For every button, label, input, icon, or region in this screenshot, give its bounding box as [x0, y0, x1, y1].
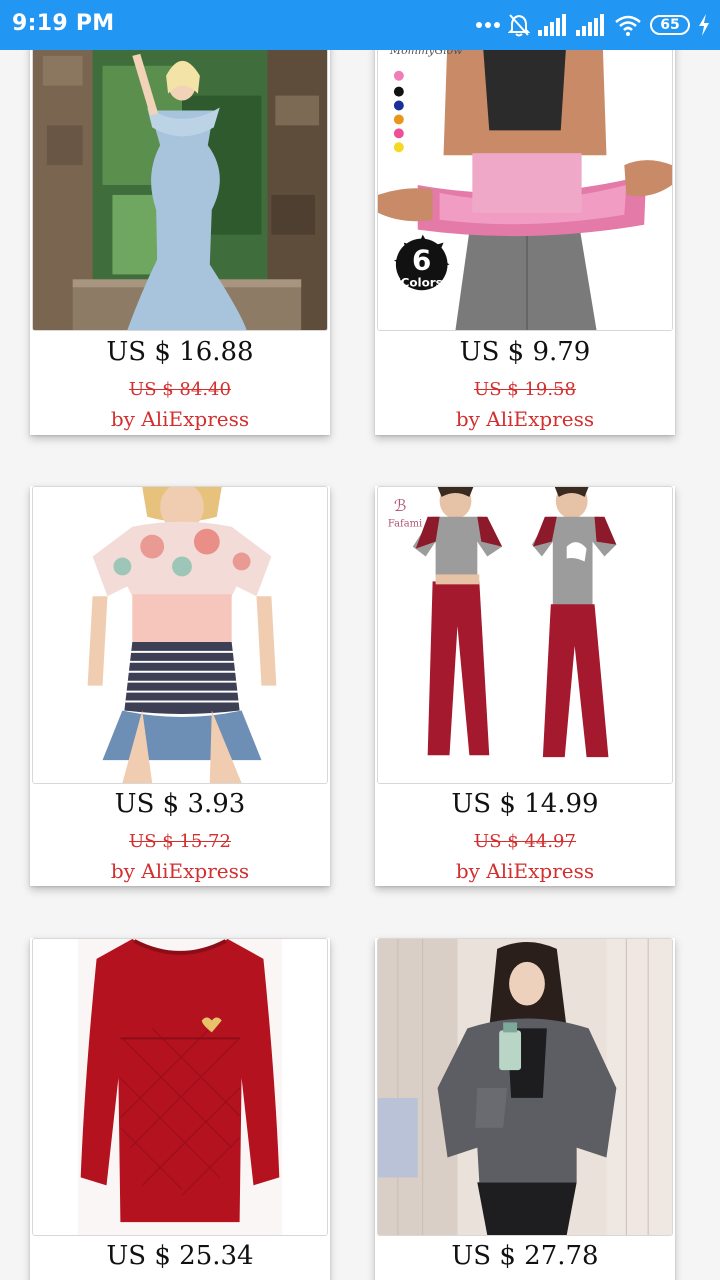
product-original-price: US $ 15.72 [129, 831, 231, 852]
product-image[interactable] [32, 35, 328, 331]
product-image[interactable] [32, 938, 328, 1236]
product-card[interactable]: US $ 27.78 [375, 938, 675, 1280]
status-icons: 65 [476, 9, 710, 41]
badge-text: Colors [401, 275, 443, 289]
product-image[interactable]: Fafami ℬ [377, 486, 673, 784]
red-sweater-photo [33, 939, 327, 1235]
product-price: US $ 16.88 [106, 337, 254, 367]
maternity-dress-photo [33, 36, 327, 330]
battery-icon: 65 [650, 15, 690, 35]
product-original-price: US $ 84.40 [129, 379, 231, 400]
product-image[interactable]: 6 Colors MommyGlow [377, 35, 673, 331]
svg-text:ℬ: ℬ [394, 496, 406, 515]
product-image[interactable] [377, 938, 673, 1236]
bell-off-icon [508, 13, 530, 37]
product-seller: by AliExpress [110, 407, 250, 431]
product-image[interactable] [32, 486, 328, 784]
badge-number: 6 [412, 243, 431, 276]
product-price: US $ 9.79 [459, 337, 591, 367]
product-card[interactable]: Fafami ℬ US $ 14.99 US $ 44.97 by AliExp… [375, 486, 675, 886]
product-seller: by AliExpress [455, 859, 595, 883]
signal-icon [538, 14, 568, 36]
product-original-price: US $ 44.97 [474, 831, 576, 852]
floral-tshirt-photo [33, 487, 327, 783]
wifi-icon [614, 14, 642, 36]
product-card[interactable]: US $ 16.88 US $ 84.40 by AliExpress [30, 35, 330, 435]
product-price: US $ 3.93 [114, 789, 246, 819]
brand-logo: Fafami [388, 519, 422, 530]
more-dots-icon [476, 20, 500, 30]
charging-icon [698, 14, 710, 36]
product-price: US $ 14.99 [451, 789, 599, 819]
grey-hoodie-photo [378, 939, 672, 1235]
product-original-price: US $ 19.58 [474, 379, 576, 400]
product-price: US $ 25.34 [106, 1241, 254, 1271]
product-price: US $ 27.78 [451, 1241, 599, 1271]
product-seller: by AliExpress [110, 859, 250, 883]
product-card[interactable]: 6 Colors MommyGlow US $ 9.79 US $ 19.58 … [375, 35, 675, 435]
signal-icon [576, 14, 606, 36]
waist-trainer-photo: 6 Colors MommyGlow [378, 36, 672, 330]
product-card[interactable]: US $ 3.93 US $ 15.72 by AliExpress [30, 486, 330, 886]
status-bar: 9:19 PM 65 [0, 0, 720, 50]
product-seller: by AliExpress [455, 407, 595, 431]
status-time: 9:19 PM [12, 11, 115, 36]
screen: US $ 16.88 US $ 84.40 by AliExpress 6 Co… [0, 0, 720, 1280]
product-card[interactable]: US $ 25.34 [30, 938, 330, 1280]
pajama-set-photo: Fafami ℬ [378, 487, 672, 783]
